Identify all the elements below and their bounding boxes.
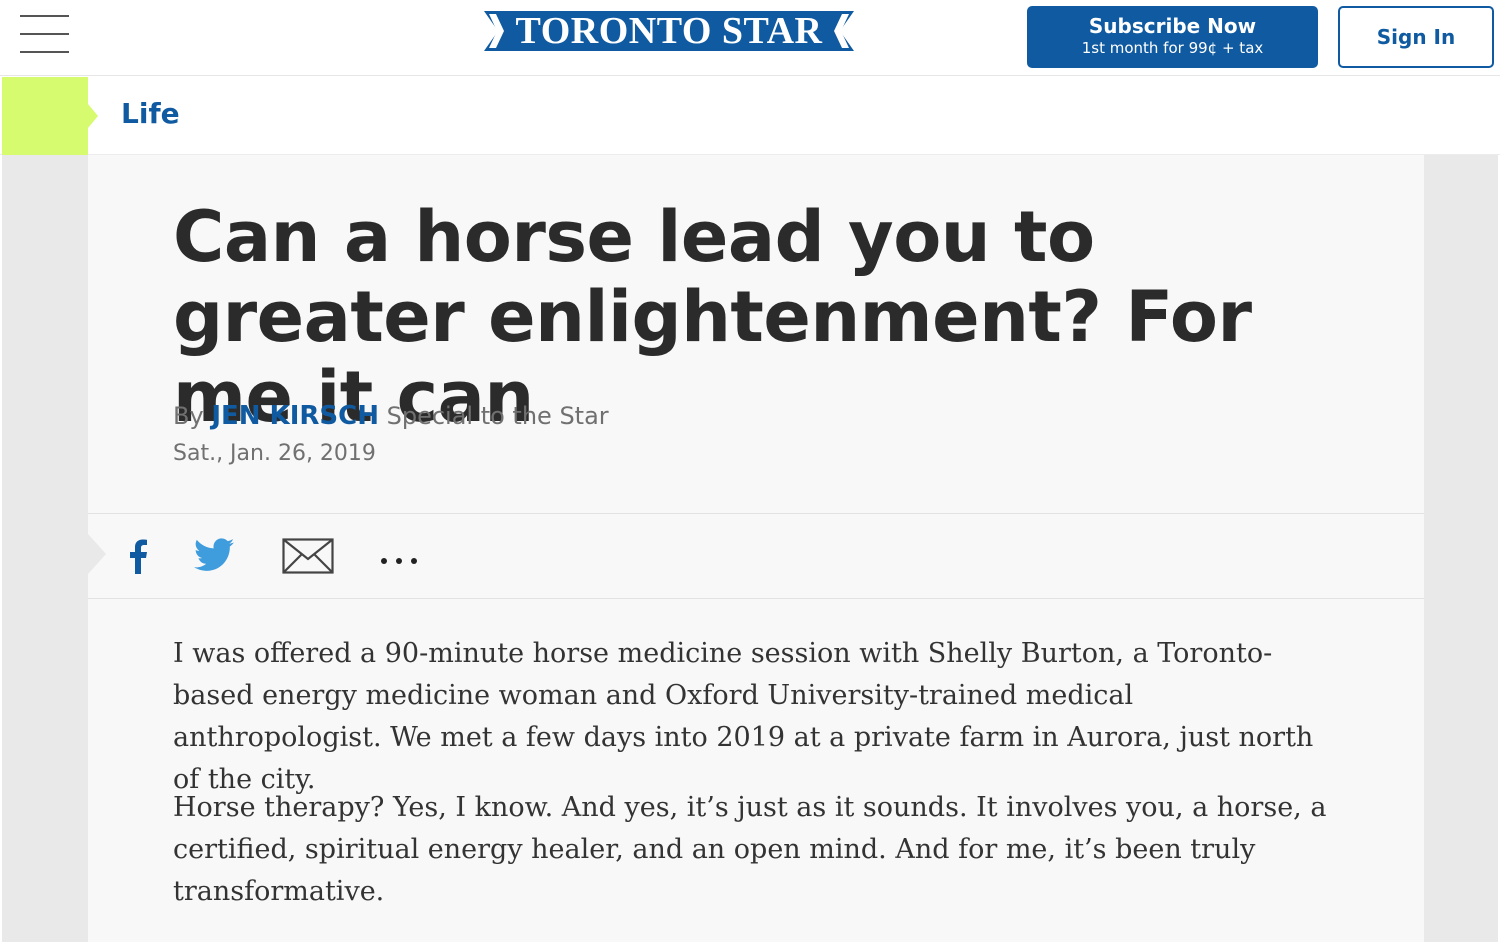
twitter-icon[interactable] <box>194 538 234 577</box>
author-role: Special to the Star <box>386 402 609 430</box>
publish-date: Sat., Jan. 26, 2019 <box>173 441 376 466</box>
section-accent <box>2 77 88 155</box>
section-accent-arrow <box>88 104 98 128</box>
hamburger-icon[interactable] <box>20 15 70 55</box>
article-container: Can a horse lead you to greater enlighte… <box>88 155 1424 942</box>
article-paragraph: I was offered a 90-minute horse medicine… <box>173 638 1314 795</box>
article-paragraph: Horse therapy? Yes, I know. And yes, it’… <box>173 792 1327 907</box>
author-link[interactable]: JEN KIRSCH <box>211 401 379 431</box>
facebook-icon[interactable] <box>126 538 150 579</box>
sign-in-button[interactable]: Sign In <box>1338 6 1494 68</box>
logo-text: TORONTO STAR <box>515 10 823 52</box>
byline-prefix: By <box>173 402 204 430</box>
email-icon[interactable] <box>282 538 334 579</box>
share-bar <box>88 513 1424 599</box>
subscribe-button[interactable]: Subscribe Now 1st month for 99¢ + tax <box>1027 6 1318 68</box>
toronto-star-logo[interactable]: TORONTO STAR <box>484 10 854 52</box>
top-navigation-bar: TORONTO STAR Subscribe Now 1st month for… <box>0 0 1500 76</box>
section-link-life[interactable]: Life <box>121 96 180 132</box>
more-icon[interactable] <box>380 552 418 570</box>
subscribe-subtitle: 1st month for 99¢ + tax <box>1081 39 1264 57</box>
share-notch <box>88 534 106 574</box>
byline: By JEN KIRSCH Special to the Star <box>173 401 609 431</box>
subscribe-title: Subscribe Now <box>1088 14 1257 38</box>
section-bar: Life <box>0 77 1500 155</box>
